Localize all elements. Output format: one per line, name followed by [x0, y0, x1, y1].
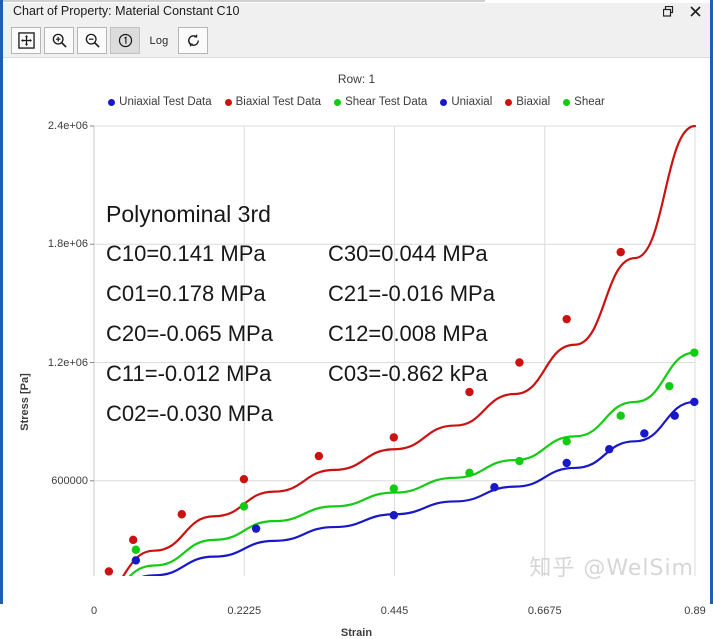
chart-title: Row: 1 [337, 72, 376, 86]
plot-svg [90, 124, 699, 601]
data-point-shear-test-data [239, 502, 249, 511]
legend-label-shear-test-data: Shear Test Data [345, 96, 428, 108]
legend-item-uniaxial[interactable]: Uniaxial [440, 96, 492, 108]
refresh-button[interactable] [178, 27, 208, 54]
data-point-biaxial-test-data [465, 387, 474, 397]
y-axis-tick-label: 1.2e+06 [47, 356, 88, 369]
data-point-shear-test-data [131, 545, 141, 554]
y-axis-label: Stress [Pa] [19, 373, 31, 431]
data-point-biaxial-test-data [128, 535, 138, 545]
legend-swatch-uniaxial [440, 98, 448, 106]
restore-window-icon[interactable] [660, 3, 676, 19]
legend-swatch-biaxial-test-data [224, 98, 232, 106]
title-bar-top-strip [3, 0, 710, 3]
log-scale-label: Log [149, 34, 169, 47]
x-axis-tick-label: 0.445 [380, 605, 409, 617]
chart-window: Chart of Property: Material Constant C10 [0, 0, 713, 639]
data-point-uniaxial-test-data [131, 556, 141, 565]
data-point-shear-test-data [515, 456, 524, 466]
window-title: Chart of Property: Material Constant C10 [13, 4, 240, 18]
data-point-shear-test-data [562, 437, 571, 446]
window-title-bar: Chart of Property: Material Constant C10 [3, 0, 710, 25]
data-point-uniaxial-test-data [389, 511, 399, 520]
data-point-uniaxial-test-data [690, 397, 699, 407]
data-point-biaxial-test-data [562, 314, 571, 324]
y-axis-tick-label: 600000 [51, 474, 88, 487]
chart-bottom-padding [3, 576, 710, 604]
data-point-shear-test-data [616, 411, 625, 420]
fit-to-window-button[interactable] [11, 27, 41, 54]
x-axis-tick-label: 0.2225 [227, 605, 262, 617]
data-point-shear-test-data [465, 468, 474, 478]
window-controls [660, 3, 703, 19]
data-point-uniaxial-test-data [490, 483, 499, 492]
x-axis-tick-label: 0.89 [684, 605, 706, 617]
data-point-biaxial-test-data [515, 358, 524, 367]
legend-swatch-shear [563, 98, 571, 106]
y-axis-tick-label: 1.8e+06 [47, 238, 88, 251]
legend-swatch-uniaxial-test-data [108, 98, 116, 106]
data-point-biaxial-test-data [177, 510, 186, 519]
data-point-uniaxial-test-data [251, 524, 261, 533]
legend-label-shear: Shear [574, 96, 605, 108]
data-point-biaxial-test-data [314, 451, 324, 461]
plot-region: Stress [Pa] Strain Polynominal 3rd C10=0… [3, 116, 710, 639]
chart-canvas: Row: 1 Uniaxial Test Data Biaxial Test D… [3, 58, 710, 639]
data-point-uniaxial-test-data [640, 429, 649, 438]
legend-item-biaxial[interactable]: Biaxial [505, 96, 550, 108]
log-scale-button[interactable]: Log [143, 27, 175, 54]
data-point-shear-test-data [690, 348, 699, 357]
legend-label-uniaxial: Uniaxial [451, 96, 493, 108]
data-point-uniaxial-test-data [562, 458, 571, 468]
legend-item-uniaxial-test-data[interactable]: Uniaxial Test Data [108, 96, 212, 108]
data-point-shear-test-data [389, 484, 399, 493]
chart-toolbar: Log [3, 24, 710, 58]
legend-item-biaxial-test-data[interactable]: Biaxial Test Data [224, 96, 322, 108]
legend-swatch-shear-test-data [334, 98, 342, 106]
legend-swatch-biaxial [505, 98, 513, 106]
data-point-shear-test-data [665, 381, 674, 391]
legend-item-shear[interactable]: Shear [563, 96, 605, 108]
data-point-biaxial-test-data [104, 567, 114, 576]
row-index-button[interactable] [110, 27, 140, 54]
data-point-uniaxial-test-data [605, 445, 614, 454]
legend-label-biaxial: Biaxial [516, 96, 551, 108]
x-axis-tick-label: 0.6675 [527, 605, 562, 617]
x-axis-tick-label: 0 [90, 605, 98, 617]
data-point-biaxial-test-data [239, 474, 249, 484]
data-point-uniaxial-test-data [670, 411, 679, 420]
close-icon[interactable] [687, 3, 703, 19]
legend-label-uniaxial-test-data: Uniaxial Test Data [119, 96, 212, 108]
data-point-biaxial-test-data [389, 433, 399, 442]
chart-legend: Uniaxial Test Data Biaxial Test Data She… [3, 96, 710, 108]
zoom-out-button[interactable] [77, 27, 107, 54]
y-axis-tick-label: 2.4e+06 [47, 120, 88, 132]
x-axis-label: Strain [340, 627, 373, 639]
legend-label-biaxial-test-data: Biaxial Test Data [235, 96, 322, 108]
data-point-biaxial-test-data [616, 247, 625, 257]
legend-item-shear-test-data[interactable]: Shear Test Data [334, 96, 427, 108]
zoom-in-button[interactable] [44, 27, 74, 54]
